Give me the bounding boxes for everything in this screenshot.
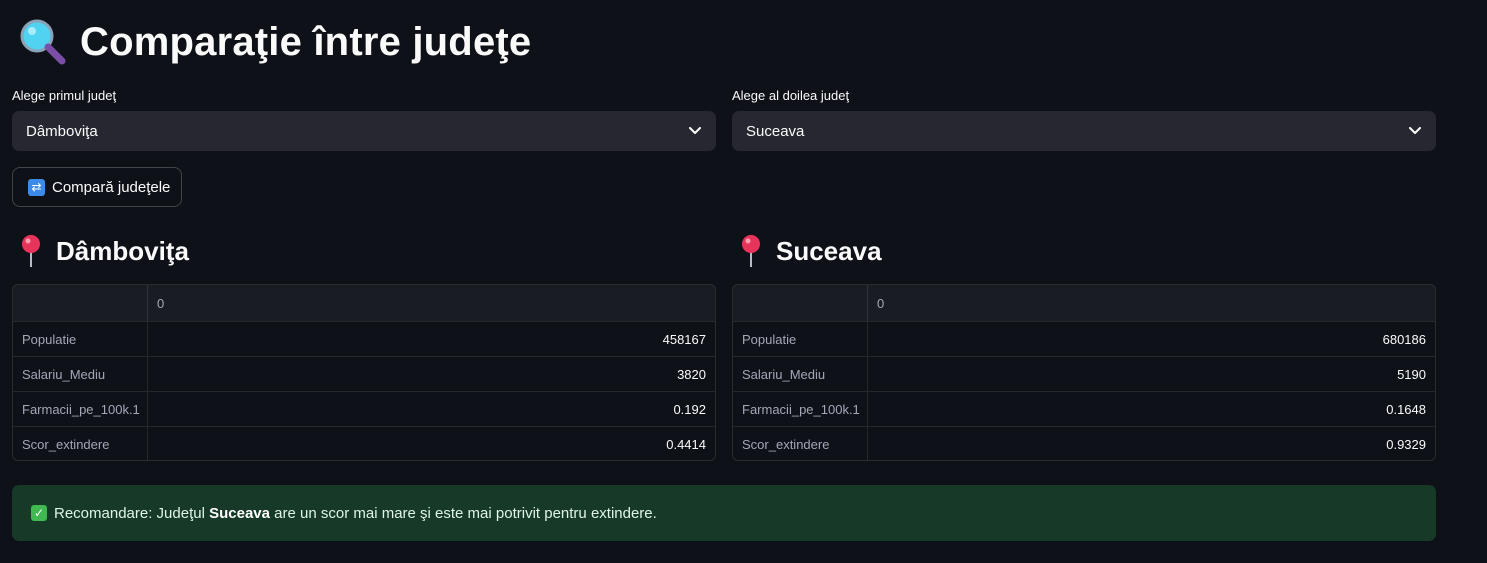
table-row: Populatie 680186: [733, 321, 1435, 356]
pin-icon: [740, 234, 762, 268]
row-index: Salariu_Mediu: [13, 357, 148, 391]
first-county-value: Dâmboviţa: [26, 122, 98, 140]
county-heading-1: Dâmboviţa: [20, 232, 189, 270]
table-header: 0: [13, 285, 715, 321]
index-header: [13, 285, 148, 321]
row-value: 458167: [662, 331, 706, 347]
row-index: Salariu_Mediu: [733, 357, 868, 391]
check-icon: ✓: [31, 505, 47, 521]
chevron-down-icon: [1408, 124, 1422, 138]
table-row: Salariu_Mediu 3820: [13, 356, 715, 391]
recommendation-alert: ✓ Recomandare: Judeţul Suceava are un sc…: [12, 485, 1436, 541]
county-heading-2: Suceava: [740, 232, 882, 270]
chevron-down-icon: [688, 124, 702, 138]
row-value: 3820: [677, 366, 706, 382]
recommendation-county: Suceava: [209, 504, 270, 522]
county-table-2: 0 Populatie 680186 Salariu_Mediu 5190 Fa…: [732, 284, 1436, 461]
row-index: Farmacii_pe_100k.1: [13, 392, 148, 426]
row-index: Populatie: [733, 322, 868, 356]
column-header: 0: [877, 295, 885, 311]
page-header: Comparaţie între judeţe: [18, 14, 531, 70]
recommendation-prefix: Recomandare: Judeţul: [54, 504, 210, 522]
second-county-label: Alege al doilea judeţ: [732, 88, 850, 103]
row-value: 5190: [1397, 366, 1426, 382]
table-row: Populatie 458167: [13, 321, 715, 356]
table-row: Farmacii_pe_100k.1 0.192: [13, 391, 715, 426]
table-row: Scor_extindere 0.9329: [733, 426, 1435, 460]
row-value: 0.4414: [666, 436, 706, 452]
row-value: 0.9329: [1386, 436, 1426, 452]
county-table-1: 0 Populatie 458167 Salariu_Mediu 3820 Fa…: [12, 284, 716, 461]
compare-button-label: Compară judeţele: [52, 178, 171, 196]
index-header: [733, 285, 868, 321]
refresh-icon: ⇄: [28, 178, 45, 196]
recommendation-text: Recomandare: Judeţul Suceava are un scor…: [54, 505, 657, 522]
row-value: 680186: [1382, 331, 1426, 347]
app-root: Comparaţie între judeţe Alege primul jud…: [0, 0, 1487, 563]
second-county-value: Suceava: [746, 122, 805, 140]
row-index: Scor_extindere: [733, 427, 868, 460]
second-county-select[interactable]: Suceava: [732, 111, 1436, 151]
row-index: Scor_extindere: [13, 427, 148, 460]
magnifier-icon: [18, 17, 68, 67]
row-index: Farmacii_pe_100k.1: [733, 392, 868, 426]
table-header: 0: [733, 285, 1435, 321]
pin-icon: [20, 234, 42, 268]
column-header: 0: [157, 295, 165, 311]
table-row: Salariu_Mediu 5190: [733, 356, 1435, 391]
row-index: Populatie: [13, 322, 148, 356]
recommendation-suffix: are un scor mai mare şi este mai potrivi…: [269, 504, 657, 522]
county-name-2: Suceava: [776, 235, 882, 266]
county-name-1: Dâmboviţa: [56, 235, 189, 266]
page-title: Comparaţie între judeţe: [80, 19, 532, 64]
table-row: Farmacii_pe_100k.1 0.1648: [733, 391, 1435, 426]
first-county-label: Alege primul judeţ: [12, 88, 117, 103]
table-row: Scor_extindere 0.4414: [13, 426, 715, 460]
first-county-select[interactable]: Dâmboviţa: [12, 111, 716, 151]
row-value: 0.1648: [1386, 401, 1426, 417]
compare-button[interactable]: ⇄ Compară judeţele: [12, 167, 182, 207]
row-value: 0.192: [673, 401, 706, 417]
